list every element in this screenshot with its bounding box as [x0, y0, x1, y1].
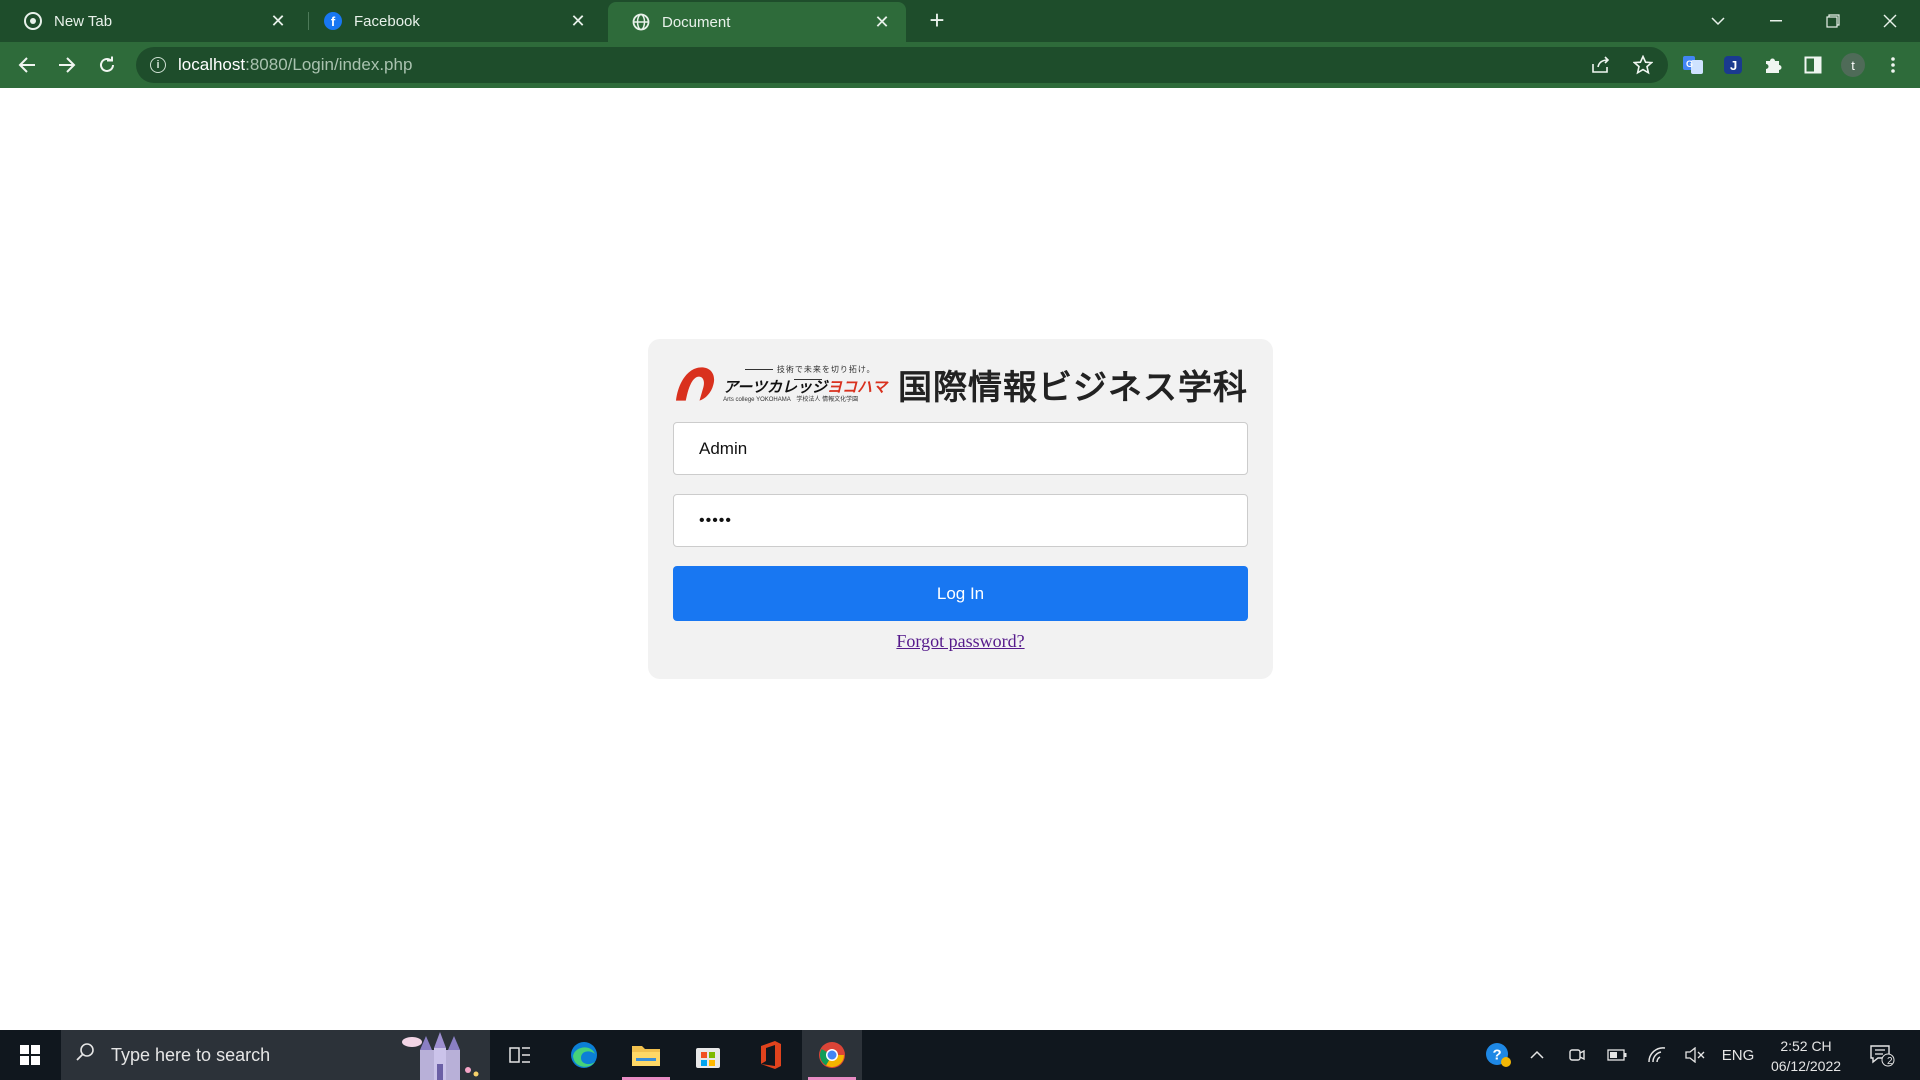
language-indicator[interactable]: ENG: [1716, 1030, 1760, 1080]
tab-search-icon[interactable]: [1690, 0, 1746, 42]
windows-start-icon[interactable]: [8, 1038, 52, 1072]
facebook-icon: f: [324, 12, 342, 30]
side-panel-icon[interactable]: [1800, 52, 1826, 78]
windows-taskbar: Type here to search ? ENG 2:52 CH 06/12/…: [0, 1030, 1920, 1080]
chrome-taskbar-icon[interactable]: [802, 1030, 862, 1080]
page-viewport: 技術で未来を切り拓け。 アーツカレッジヨコハマ Arts college YOK…: [0, 88, 1920, 1030]
tab-title: Facebook: [354, 12, 420, 30]
notification-count-badge: 2: [1887, 1056, 1893, 1067]
clock-time: 2:52 CH: [1780, 1038, 1832, 1054]
arts-college-logo-mark: [675, 367, 715, 401]
close-icon[interactable]: ✕: [268, 11, 288, 32]
wifi-icon[interactable]: [1642, 1030, 1672, 1080]
logo-subtitle: Arts college YOKOHAMA 学校法人 情報文化学園: [723, 397, 859, 403]
site-info-icon[interactable]: i: [150, 57, 166, 73]
tab-facebook[interactable]: f Facebook ✕: [300, 0, 602, 42]
forgot-password-link[interactable]: Forgot password?: [648, 631, 1273, 652]
search-highlight-castle-icon: [402, 1032, 479, 1080]
office-icon[interactable]: [740, 1030, 800, 1080]
back-icon[interactable]: [10, 48, 44, 82]
restore-icon[interactable]: [1805, 0, 1861, 42]
url-host: localhost: [178, 55, 246, 74]
tab-document[interactable]: Document ✕: [608, 2, 906, 42]
logo-wordmark: 技術で未来を切り拓け。 アーツカレッジヨコハマ Arts college YOK…: [723, 364, 890, 404]
menu-kebab-icon[interactable]: [1880, 52, 1906, 78]
tab-new-tab[interactable]: New Tab ✕: [0, 0, 302, 42]
task-view-icon[interactable]: [490, 1030, 550, 1080]
microsoft-store-icon[interactable]: [678, 1030, 738, 1080]
search-icon: [75, 1042, 99, 1068]
profile-initial: t: [1841, 53, 1865, 77]
globe-icon: [632, 13, 650, 31]
minimize-icon[interactable]: [1748, 0, 1804, 42]
login-card: 技術で未来を切り拓け。 アーツカレッジヨコハマ Arts college YOK…: [648, 339, 1273, 679]
help-tray-icon[interactable]: ?: [1480, 1030, 1516, 1080]
tab-title: Document: [662, 13, 731, 31]
close-window-icon[interactable]: [1862, 0, 1918, 42]
browser-tab-strip: New Tab ✕ f Facebook ✕ Document ✕ +: [0, 0, 1920, 42]
search-placeholder: Type here to search: [111, 1044, 271, 1065]
url-path: :8080/Login/index.php: [245, 55, 413, 74]
system-clock[interactable]: 2:52 CH 06/12/2022: [1760, 1036, 1852, 1076]
password-input[interactable]: •••••: [673, 494, 1248, 547]
svg-text:G: G: [1686, 59, 1693, 69]
clock-date: 06/12/2022: [1770, 1058, 1842, 1074]
chrome-icon: [24, 12, 42, 30]
department-title: 国際情報ビジネス学科: [898, 368, 1248, 407]
meet-now-icon[interactable]: [1562, 1030, 1592, 1080]
taskbar-search-box[interactable]: Type here to search: [61, 1030, 490, 1080]
svg-text:J: J: [1730, 58, 1737, 73]
edge-browser-icon[interactable]: [554, 1030, 614, 1080]
speaker-muted-icon[interactable]: [1680, 1030, 1710, 1080]
username-input[interactable]: Admin: [673, 422, 1248, 475]
svg-text:?: ?: [1493, 1047, 1502, 1064]
bookmark-star-icon[interactable]: [1630, 52, 1656, 78]
profile-avatar[interactable]: t: [1840, 52, 1866, 78]
file-explorer-icon[interactable]: [616, 1030, 676, 1080]
close-icon[interactable]: ✕: [872, 12, 892, 33]
j-extension-icon[interactable]: J: [1720, 52, 1746, 78]
address-bar[interactable]: i localhost:8080/Login/index.php: [136, 47, 1668, 83]
login-button[interactable]: Log In: [673, 566, 1248, 621]
new-tab-button[interactable]: +: [922, 6, 952, 36]
close-icon[interactable]: ✕: [568, 11, 588, 32]
school-logo: 技術で未来を切り拓け。 アーツカレッジヨコハマ Arts college YOK…: [674, 363, 1248, 407]
translate-extension-icon[interactable]: G: [1680, 52, 1706, 78]
extensions-puzzle-icon[interactable]: [1760, 52, 1786, 78]
forward-icon[interactable]: [50, 48, 84, 82]
browser-toolbar: i localhost:8080/Login/index.php G J t: [0, 42, 1920, 88]
share-icon[interactable]: [1588, 52, 1614, 78]
reload-icon[interactable]: [90, 48, 124, 82]
chevron-up-icon[interactable]: [1522, 1030, 1552, 1080]
battery-icon[interactable]: [1602, 1030, 1632, 1080]
notifications-icon[interactable]: 2: [1862, 1030, 1902, 1080]
tab-title: New Tab: [54, 12, 113, 30]
